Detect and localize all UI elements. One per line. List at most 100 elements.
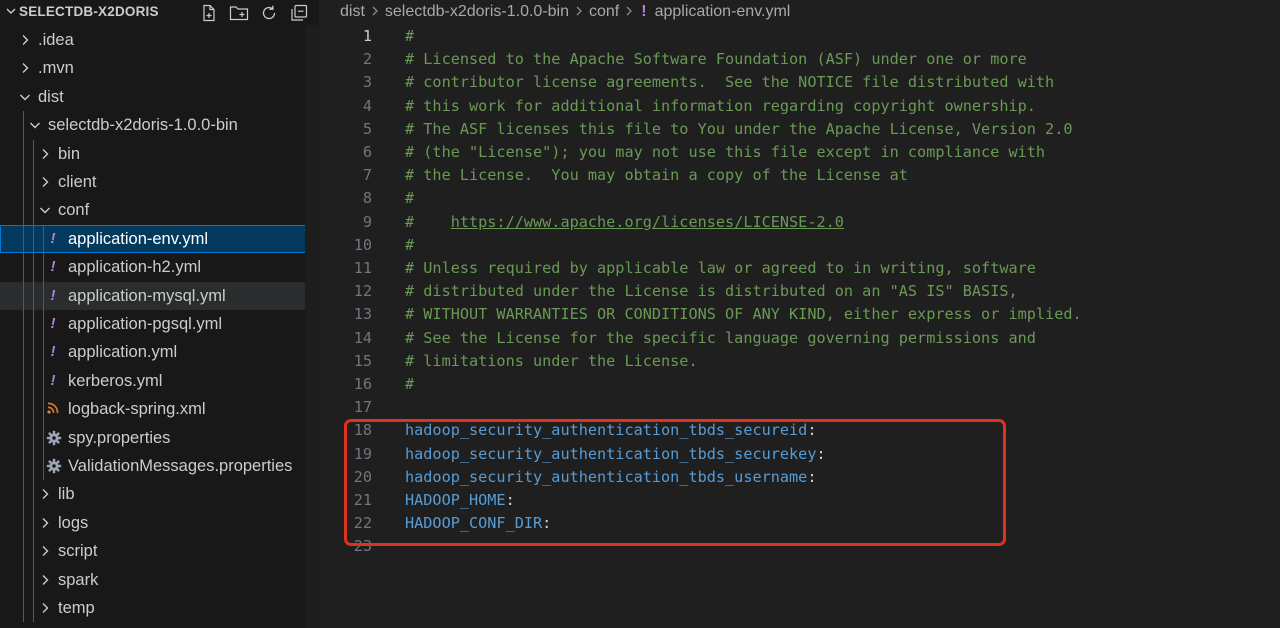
breadcrumb-item-file[interactable]: application-env.yml — [655, 3, 791, 21]
breadcrumb-item-bin-folder[interactable]: selectdb-x2doris-1.0.0-bin — [385, 3, 569, 21]
code-line[interactable]: 17 — [320, 397, 1280, 420]
chevron-right-icon — [625, 4, 633, 21]
tree-folder-item[interactable]: selectdb-x2doris-1.0.0-bin — [0, 111, 319, 139]
line-text: # See the License for the specific langu… — [405, 329, 1036, 347]
tree-folder-item[interactable]: .mvn — [0, 54, 319, 82]
comment-text: # The ASF licenses this file to You unde… — [405, 119, 1073, 138]
chevron-right-icon — [38, 516, 52, 530]
tree-folder-item[interactable]: logs — [0, 509, 319, 537]
tree-item-label: kerberos.yml — [68, 371, 163, 390]
tree-folder-item[interactable]: client — [0, 168, 319, 196]
line-text: # limitations under the License. — [405, 352, 698, 370]
line-number: 4 — [362, 96, 372, 115]
tree-file-item[interactable]: ! application.yml — [0, 338, 319, 366]
code-line[interactable]: 6 # (the "License"); you may not use this… — [320, 142, 1280, 165]
comment-text: # Licensed to the Apache Software Founda… — [405, 50, 1027, 69]
line-text: # — [405, 189, 414, 207]
tree-item-label: logback-spring.xml — [68, 400, 206, 419]
code-line[interactable]: 14 # See the License for the specific lan… — [320, 328, 1280, 351]
code-line[interactable]: 13 # WITHOUT WARRANTIES OR CONDITIONS OF … — [320, 304, 1280, 327]
chevron-right-icon — [38, 487, 52, 501]
yaml-file-icon: ! — [50, 258, 56, 276]
tree-item-label: application-env.yml — [68, 229, 209, 248]
tree-file-item[interactable]: logback-spring.xml — [0, 395, 319, 423]
code-line[interactable]: 15 # limitations under the License. — [320, 351, 1280, 374]
tree-file-item[interactable]: ! application-mysql.yml — [0, 281, 319, 310]
line-text: # contributor license agreements. See th… — [405, 73, 1054, 91]
code-line[interactable]: 2 # Licensed to the Apache Software Found… — [320, 49, 1280, 72]
collapse-all-icon[interactable] — [288, 2, 310, 24]
chevron-down-icon — [38, 203, 52, 217]
comment-text: # — [405, 212, 451, 231]
tree-folder-item[interactable]: conf — [0, 196, 319, 224]
explorer-sidebar: SELECTDB-X2DORIS .idea .mvn dist selectdb-x… — [0, 0, 319, 628]
comment-text: # WITHOUT WARRANTIES OR CONDITIONS OF AN… — [405, 305, 1082, 324]
breadcrumb-item-dist[interactable]: dist — [340, 3, 365, 21]
license-link[interactable]: https://www.apache.org/licenses/LICENSE-… — [451, 213, 844, 231]
tree-folder-item[interactable]: script — [0, 537, 319, 565]
tree-folder-item[interactable]: spark — [0, 566, 319, 594]
tree-folder-item[interactable]: dist — [0, 83, 319, 111]
code-line[interactable]: 16 # — [320, 374, 1280, 397]
comment-text: # — [405, 27, 415, 45]
code-line[interactable]: 7 # the License. You may obtain a copy of… — [320, 165, 1280, 188]
tree-folder-item[interactable]: lib — [0, 480, 319, 508]
tree-file-item[interactable]: spy.properties — [0, 424, 319, 452]
tree-item-label: conf — [58, 201, 90, 220]
new-folder-icon[interactable] — [228, 2, 250, 24]
chevron-down-icon — [6, 4, 16, 19]
comment-text: # — [405, 375, 415, 393]
code-line[interactable]: 11 # Unless required by applicable law or… — [320, 258, 1280, 281]
sidebar-scrollbar[interactable] — [305, 25, 319, 628]
line-text: # https://www.apache.org/licenses/LICENS… — [405, 213, 844, 231]
tree-item-label: .idea — [38, 31, 74, 49]
comment-text: # — [405, 189, 415, 208]
tree-folder-item[interactable]: temp — [0, 594, 319, 622]
line-text: # Licensed to the Apache Software Founda… — [405, 50, 1027, 68]
tree-file-item[interactable]: ! application-pgsql.yml — [0, 310, 319, 338]
tree-item-label: .mvn — [38, 59, 74, 78]
line-number: 1 — [362, 27, 372, 45]
chevron-right-icon — [575, 4, 583, 21]
code-line[interactable]: 4 # this work for additional information … — [320, 96, 1280, 119]
code-line[interactable]: 5 # The ASF licenses this file to You und… — [320, 119, 1280, 142]
tree-item-label: lib — [58, 485, 75, 504]
refresh-icon[interactable] — [258, 2, 280, 24]
explorer-title[interactable]: SELECTDB-X2DORIS — [6, 4, 159, 19]
chevron-down-icon — [28, 118, 42, 132]
code-line[interactable]: 8 # — [320, 188, 1280, 211]
line-text: # the License. You may obtain a copy of … — [405, 166, 908, 184]
tree-file-item[interactable]: ! kerberos.yml — [0, 367, 319, 395]
code-line[interactable]: 12 # distributed under the License is dis… — [320, 281, 1280, 304]
tree-item-label: temp — [58, 599, 95, 617]
yaml-file-icon: ! — [50, 286, 56, 304]
code-line[interactable]: 9 # https://www.apache.org/licenses/LICEN… — [320, 212, 1280, 235]
tree-file-item[interactable]: ValidationMessages.properties — [0, 452, 319, 480]
tree-folder-item[interactable]: bin — [0, 140, 319, 168]
tree-file-item[interactable]: ! application-h2.yml — [0, 253, 319, 281]
tree-item-label: spy.properties — [68, 428, 171, 447]
breadcrumb-item-conf[interactable]: conf — [589, 3, 619, 21]
code-line[interactable]: 3 # contributor license agreements. See t… — [320, 72, 1280, 95]
tree-folder-item[interactable]: .idea — [0, 26, 319, 54]
line-text: # The ASF licenses this file to You unde… — [405, 120, 1073, 138]
code-line[interactable]: 10 # — [320, 235, 1280, 258]
comment-text: # this work for additional information r… — [405, 96, 1036, 115]
line-number: 3 — [362, 73, 372, 92]
chevron-right-icon — [38, 175, 52, 189]
yaml-file-icon: ! — [50, 371, 56, 389]
tree-item-label: bin — [58, 144, 81, 163]
code-line[interactable]: 1 # — [320, 26, 1280, 49]
tree-item-label: ValidationMessages.properties — [68, 457, 293, 475]
yaml-file-icon: ! — [641, 3, 647, 20]
tree-item-label: application-pgsql.yml — [68, 315, 223, 333]
line-number: 15 — [353, 351, 372, 370]
indent-guide — [33, 139, 34, 623]
line-text: # Unless required by applicable law or a… — [405, 259, 1036, 277]
tree-file-item[interactable]: ! application-env.yml — [0, 224, 318, 253]
new-file-icon[interactable] — [198, 2, 220, 24]
chevron-right-icon — [38, 544, 52, 558]
comment-text: # distributed under the License is distr… — [405, 282, 1018, 301]
line-number: 7 — [362, 166, 372, 185]
yaml-file-icon: ! — [50, 315, 56, 332]
